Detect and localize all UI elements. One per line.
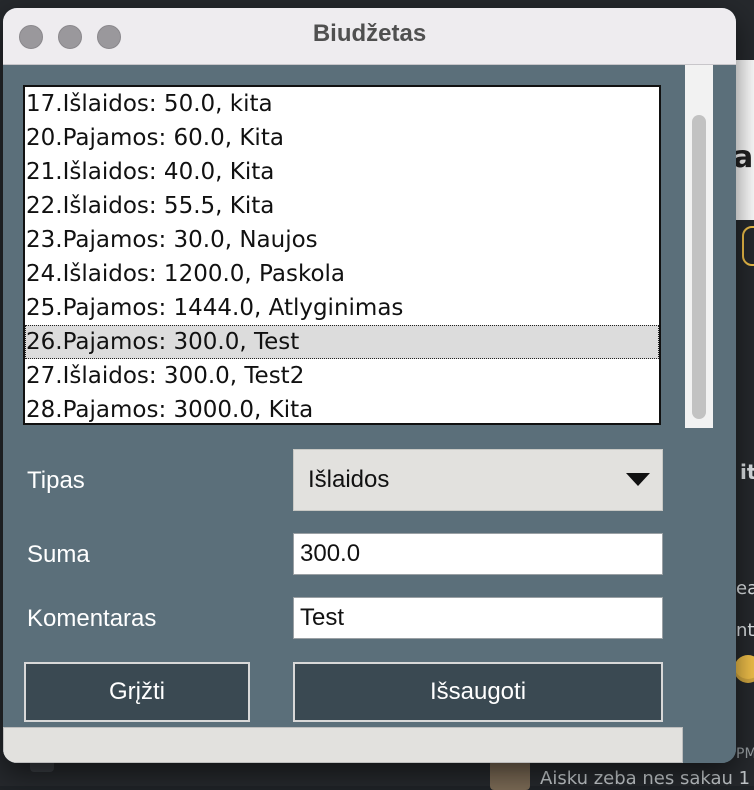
back-button-label: Grįžti (109, 678, 165, 705)
background-text-1: itė (740, 460, 754, 484)
back-button[interactable]: Grįžti (24, 662, 250, 722)
comment-label: Komentaras (27, 605, 157, 632)
transactions-listbox[interactable]: 17.Išlaidos: 50.0, kita 20.Pajamos: 60.0,… (23, 85, 661, 425)
emoji-icon (734, 655, 754, 683)
list-item[interactable]: 25.Pajamos: 1444.0, Atlyginimas (25, 291, 659, 325)
background-text-2: eac (736, 578, 754, 599)
save-button[interactable]: Išsaugoti (293, 662, 663, 722)
title-bar: Biudžetas (3, 8, 736, 65)
list-item[interactable]: 23.Pajamos: 30.0, Naujos (25, 223, 659, 257)
list-scrollbar[interactable] (685, 65, 713, 428)
background-header-text: a, (733, 140, 754, 175)
budget-window: Biudžetas 17.Išlaidos: 50.0, kita 20.Paja… (3, 8, 736, 763)
type-dropdown-value: Išlaidos (308, 466, 390, 493)
save-button-label: Išsaugoti (429, 678, 527, 705)
amount-field[interactable] (293, 533, 663, 575)
list-item[interactable]: 22.Išlaidos: 55.5, Kita (25, 189, 659, 223)
comment-field[interactable] (293, 597, 663, 639)
background-button (742, 226, 754, 266)
list-item[interactable]: 26.Pajamos: 300.0, Test (25, 325, 659, 359)
list-item[interactable]: 20.Pajamos: 60.0, Kita (25, 121, 659, 155)
window-content: 17.Išlaidos: 50.0, kita 20.Pajamos: 60.0,… (3, 65, 736, 763)
type-label: Tipas (27, 467, 85, 494)
list-item[interactable]: 21.Išlaidos: 40.0, Kita (25, 155, 659, 189)
background-time: PM (736, 746, 754, 762)
list-item[interactable]: 28.Pajamos: 3000.0, Kita (25, 393, 659, 423)
list-item[interactable]: 17.Išlaidos: 50.0, kita (25, 87, 659, 121)
type-dropdown[interactable]: Išlaidos (293, 449, 663, 511)
window-title: Biudžetas (312, 20, 427, 47)
list-item[interactable]: 27.Išlaidos: 300.0, Test2 (25, 359, 659, 393)
status-bar (3, 727, 683, 763)
list-item[interactable]: 24.Išlaidos: 1200.0, Paskola (25, 257, 659, 291)
scrollbar-thumb[interactable] (692, 115, 706, 419)
chevron-down-icon (626, 473, 650, 486)
background-text-3: nt (736, 620, 754, 641)
amount-label: Suma (27, 541, 90, 568)
